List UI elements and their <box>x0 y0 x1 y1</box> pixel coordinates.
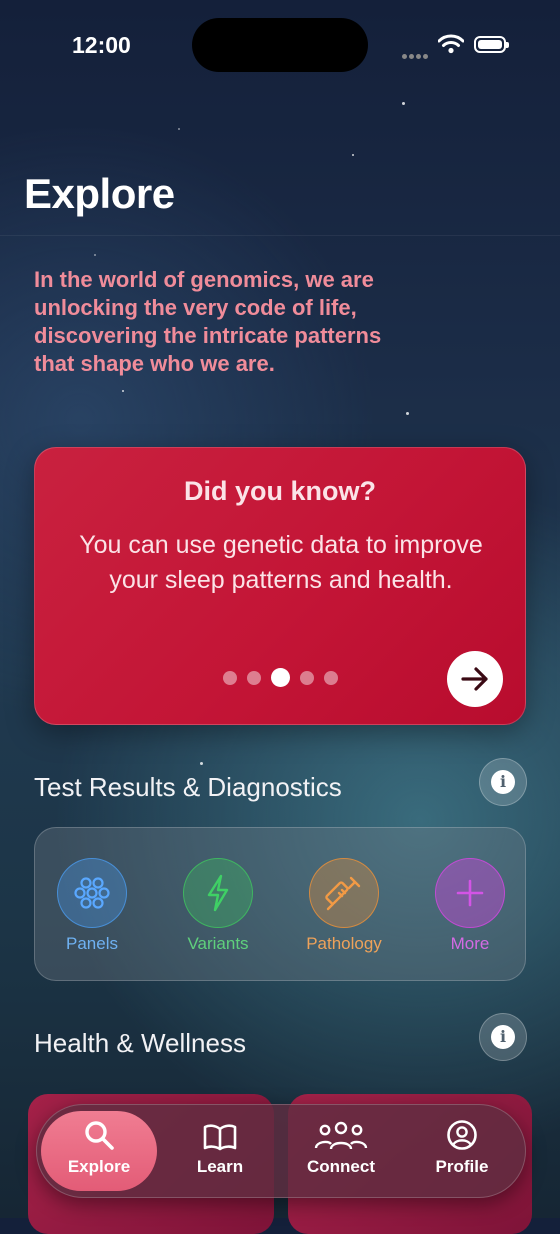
info-button-health-wellness[interactable]: i <box>479 1013 527 1061</box>
tab-profile[interactable]: Profile <box>404 1111 520 1191</box>
signal-icon <box>402 46 430 64</box>
status-bar: 12:00 <box>0 0 560 90</box>
tab-label: Explore <box>67 1157 131 1176</box>
page-dot-active[interactable] <box>271 668 290 687</box>
people-icon <box>314 1121 368 1150</box>
did-you-know-card[interactable]: Did you know? You can use genetic data t… <box>34 447 526 725</box>
battery-icon <box>474 36 509 53</box>
section-title-health-wellness: Health & Wellness <box>34 1028 246 1058</box>
dynamic-island <box>192 18 368 72</box>
page-title: Explore <box>24 170 175 217</box>
page-dot[interactable] <box>247 670 261 685</box>
tool-label: Pathology <box>306 934 382 953</box>
tool-more[interactable]: More <box>420 858 520 954</box>
diagnostics-tools-panel: Panels Variants Pathology More <box>34 827 526 981</box>
tab-explore[interactable]: Explore <box>41 1111 157 1191</box>
page-dot[interactable] <box>324 670 338 685</box>
star <box>122 390 124 392</box>
tool-label: More <box>450 934 490 953</box>
search-icon <box>85 1121 114 1150</box>
tool-label: Panels <box>66 934 118 953</box>
tab-bar: Explore Learn Connect Profile <box>36 1104 526 1198</box>
tool-label: Variants <box>187 934 249 953</box>
page-indicator[interactable] <box>223 668 338 687</box>
star <box>178 128 180 130</box>
next-button[interactable] <box>447 651 503 707</box>
info-icon: i <box>491 1025 515 1049</box>
star <box>406 412 409 415</box>
page-dot[interactable] <box>300 670 314 685</box>
person-circle-icon <box>447 1120 477 1150</box>
arrow-right-icon <box>461 667 488 691</box>
tab-label: Profile <box>435 1157 489 1176</box>
star <box>200 762 203 765</box>
page-dot[interactable] <box>223 670 237 685</box>
tab-label: Learn <box>196 1157 244 1176</box>
tab-label: Connect <box>307 1157 375 1176</box>
intro-text: In the world of genomics, we are unlocki… <box>34 267 382 376</box>
info-icon: i <box>491 770 515 794</box>
wifi-icon <box>438 34 464 54</box>
hexagon-cluster-icon <box>57 858 127 928</box>
bolt-icon <box>183 858 253 928</box>
plus-icon <box>435 858 505 928</box>
book-icon <box>203 1124 237 1151</box>
info-button-test-results[interactable]: i <box>479 758 527 806</box>
tab-learn[interactable]: Learn <box>162 1111 278 1191</box>
syringe-icon <box>309 858 379 928</box>
tool-panels[interactable]: Panels <box>42 858 142 954</box>
card-title: Did you know? <box>184 476 376 506</box>
section-title-test-results: Test Results & Diagnostics <box>34 772 342 802</box>
divider <box>0 235 560 236</box>
tool-variants[interactable]: Variants <box>168 858 268 954</box>
star <box>94 254 96 256</box>
tool-pathology[interactable]: Pathology <box>294 858 394 954</box>
star <box>352 154 354 156</box>
status-time: 12:00 <box>72 32 131 58</box>
tab-connect[interactable]: Connect <box>283 1111 399 1191</box>
card-body: You can use genetic data to improve your… <box>79 531 483 594</box>
star <box>402 102 405 105</box>
